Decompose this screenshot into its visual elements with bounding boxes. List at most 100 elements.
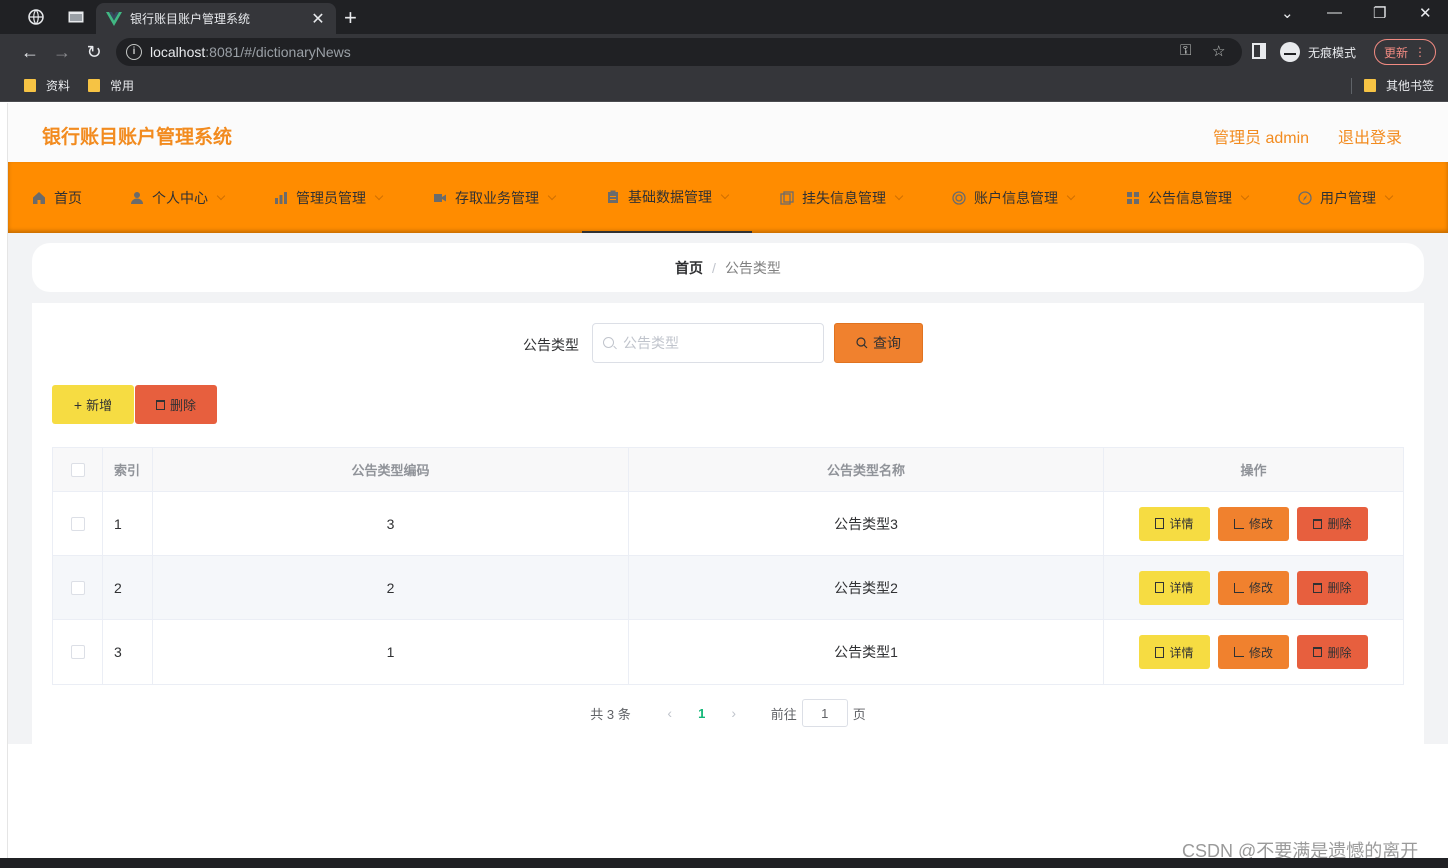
document-icon [1155,518,1165,529]
table-header: 索引 公告类型编码 公告类型名称 操作 [53,448,1403,492]
menu-item-deposit-management[interactable]: 存取业务管理 [433,162,557,233]
chevron-down-icon [216,191,226,200]
bookmark-folder-other[interactable]: 其他书签 [1364,77,1434,94]
bookmark-separator [1351,78,1352,94]
forward-arrow-icon[interactable]: → [50,40,74,64]
incognito-indicator[interactable]: 无痕模式 [1280,40,1356,64]
chevron-down-icon [547,191,557,200]
chevron-down-icon [1384,191,1394,200]
column-header-actions: 操作 [1240,463,1267,478]
reload-icon[interactable]: ↻ [82,40,106,64]
delete-button[interactable]: 删除 [1297,506,1368,541]
next-page-icon[interactable]: › [717,705,751,721]
add-button[interactable]: + 新增 [52,385,134,424]
tab-page-icon[interactable] [62,0,90,34]
taskbar-strip [0,858,1448,868]
tab-close-icon[interactable]: ✕ [310,9,326,29]
page-left-edge [0,103,8,858]
bookmark-folder-ziliao[interactable]: 资料 [24,77,70,94]
row-index: 1 [103,492,153,555]
clipboard-icon [608,190,618,203]
vue-logo-icon [106,11,122,26]
bookmark-star-icon[interactable]: ☆ [1212,42,1225,60]
back-arrow-icon[interactable]: ← [18,40,42,64]
folder-icon [88,79,100,92]
chevron-down-icon [1240,191,1250,200]
site-info-icon[interactable]: i [126,44,142,60]
user-icon [131,191,143,204]
detail-button[interactable]: 详情 [1139,570,1210,605]
select-all-cell [53,448,103,491]
batch-delete-button[interactable]: 删除 [135,385,217,424]
incognito-icon [1280,42,1300,62]
row-select-cell [53,556,103,619]
row-name: 公告类型1 [629,620,1104,684]
row-checkbox[interactable] [70,580,85,595]
key-icon[interactable]: ⚿ [1180,42,1191,59]
address-bar[interactable]: i localhost:8081/#/dictionaryNews ⚿ ☆ [116,38,1242,66]
restore-icon[interactable]: ❐ [1373,4,1386,22]
new-tab-icon[interactable]: + [344,5,357,31]
globe-icon[interactable] [22,0,50,34]
app-header: 银行账目账户管理系统 管理员 admin 退出登录 [8,103,1448,162]
menu-item-home[interactable]: 首页 [32,162,82,233]
update-button[interactable]: 更新 ⋮ [1374,39,1436,65]
trash-icon [155,399,165,410]
page-number-current[interactable]: 1 [687,706,717,721]
menu-item-account-info[interactable]: 账户信息管理 [952,162,1076,233]
menu-item-loss-report[interactable]: 挂失信息管理 [780,162,904,233]
side-panel-icon[interactable] [1252,43,1266,59]
chevron-down-icon [374,191,384,200]
menu-item-admin-management[interactable]: 管理员管理 [274,162,384,233]
menu-item-user-management[interactable]: 用户管理 [1298,162,1394,233]
search-label: 公告类型 [523,337,579,353]
bar-chart-icon [275,191,287,204]
more-menu-icon: ⋮ [1414,45,1426,59]
video-camera-icon [434,193,446,202]
row-name: 公告类型2 [629,556,1104,619]
menu-item-personal-center[interactable]: 个人中心 [130,162,226,233]
compass-icon [1298,190,1312,205]
edit-button[interactable]: 修改 [1218,570,1289,605]
edit-button[interactable]: 修改 [1218,635,1289,669]
breadcrumb-home[interactable]: 首页 [675,258,703,278]
active-browser-tab[interactable]: 银行账目账户管理系统 ✕ [96,3,336,34]
grid-icon [1127,191,1139,204]
row-checkbox[interactable] [70,645,85,659]
detail-button[interactable]: 详情 [1139,506,1210,541]
goto-page-input[interactable]: 1 [801,699,848,727]
tab-search-chevron-icon[interactable]: ⌄ [1281,4,1294,22]
folder-icon [24,79,36,92]
address-url[interactable]: localhost:8081/#/dictionaryNews [150,44,351,60]
search-field[interactable] [592,323,824,363]
current-user-label[interactable]: 管理员 admin [1213,124,1309,148]
minimize-icon[interactable]: — [1327,4,1342,21]
edit-button[interactable]: 修改 [1218,506,1289,541]
menu-item-announcement-info[interactable]: 公告信息管理 [1126,162,1250,233]
document-icon [1155,582,1165,593]
browser-tab-bar: 银行账目账户管理系统 ✕ + ⌄ — ❐ ✕ [0,0,1448,34]
row-actions: 详情 修改 删除 [1104,556,1403,619]
menu-item-basic-data[interactable]: 基础数据管理 [582,162,752,233]
logout-link[interactable]: 退出登录 [1338,124,1402,148]
delete-button[interactable]: 删除 [1297,635,1368,669]
tab-title: 银行账目账户管理系统 [130,12,251,26]
document-icon [1155,646,1165,658]
row-checkbox[interactable] [70,516,85,531]
query-button[interactable]: 查询 [834,323,923,363]
delete-button[interactable]: 删除 [1297,570,1368,605]
edit-icon [1233,518,1244,529]
app-title: 银行账目账户管理系统 [42,127,233,148]
prev-page-icon[interactable]: ‹ [653,705,687,721]
target-icon [952,190,966,205]
browser-toolbar: ← → ↻ i localhost:8081/#/dictionaryNews … [0,34,1448,70]
search-input[interactable] [623,324,818,362]
close-window-icon[interactable]: ✕ [1419,4,1432,22]
breadcrumb: 首页 / 公告类型 [32,243,1424,292]
select-all-checkbox[interactable] [70,462,85,477]
detail-button[interactable]: 详情 [1139,635,1210,669]
search-icon [856,337,868,349]
column-header-name: 公告类型名称 [629,448,1104,491]
bookmark-folder-changyong[interactable]: 常用 [88,77,134,94]
pagination-total: 共 3 条 [590,706,631,722]
